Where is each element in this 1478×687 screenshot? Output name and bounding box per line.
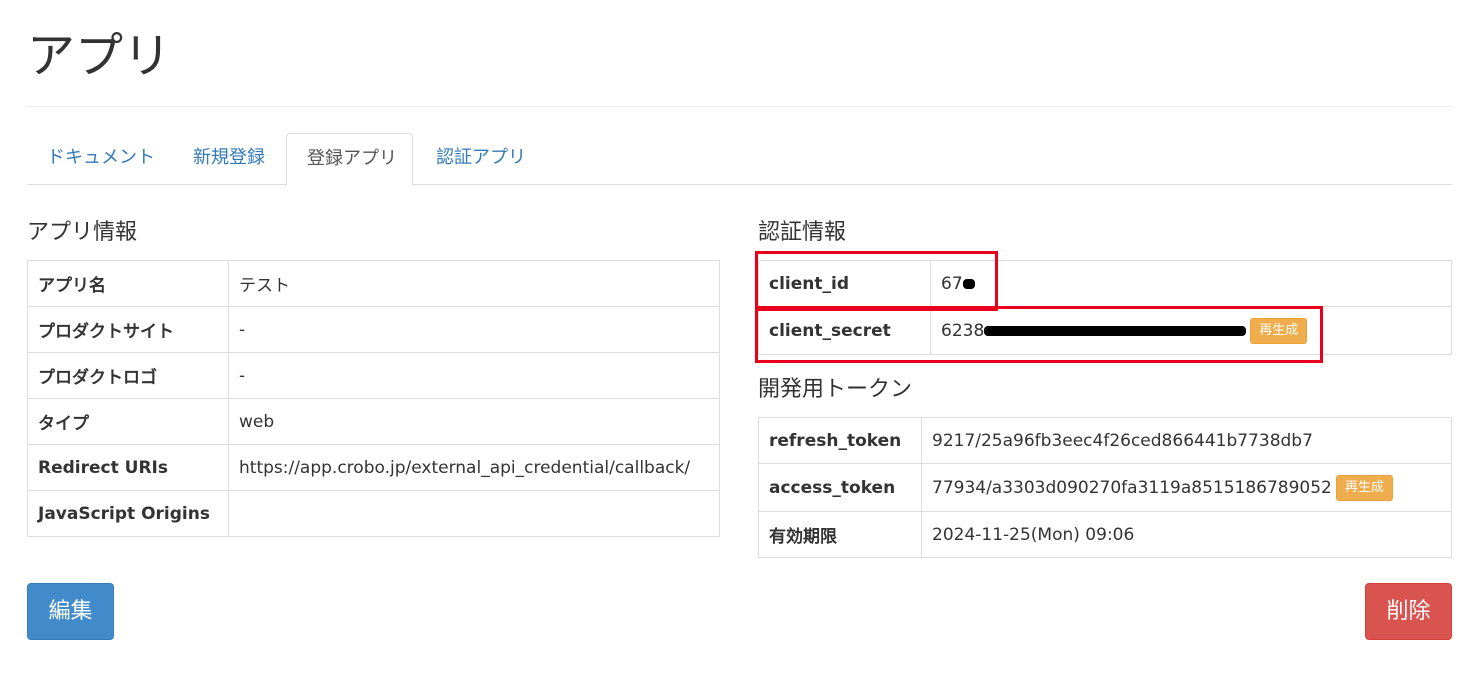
app-name-value: テスト — [228, 260, 720, 307]
regenerate-secret-button[interactable]: 再生成 — [1250, 317, 1308, 344]
edit-button[interactable]: 編集 — [27, 583, 114, 640]
page-title: アプリ — [27, 28, 172, 84]
tab-registered-apps[interactable]: 登録アプリ — [286, 133, 413, 186]
page: アプリ ドキュメント 新規登録 登録アプリ 認証アプリ アプリ情報 アプリ名 テ… — [0, 0, 1478, 687]
access-token-value: 77934/a3303d090270fa3119a8515186789052 — [932, 477, 1332, 498]
table-row: Redirect URIs https://app.crobo.jp/exter… — [27, 444, 720, 491]
redirect-uris-value: https://app.crobo.jp/external_api_creden… — [228, 444, 720, 491]
table-row: client_secret 6238 再生成 — [758, 306, 1452, 355]
table-row: JavaScript Origins — [27, 490, 720, 537]
client-id-label: client_id — [758, 260, 931, 307]
delete-button[interactable]: 削除 — [1365, 583, 1452, 640]
redirect-uris-label: Redirect URIs — [27, 444, 229, 491]
table-row: タイプ web — [27, 398, 720, 445]
type-value: web — [228, 398, 720, 445]
table-row: access_token 77934/a3303d090270fa3119a85… — [758, 463, 1452, 512]
tab-new-registration[interactable]: 新規登録 — [173, 133, 285, 185]
expiry-label: 有効期限 — [758, 511, 922, 558]
title-divider — [27, 106, 1452, 107]
table-row: プロダクトロゴ - — [27, 352, 720, 399]
client-secret-cell: 6238 再生成 — [930, 306, 1452, 355]
expiry-value: 2024-11-25(Mon) 09:06 — [921, 511, 1452, 558]
redaction-mark — [984, 325, 1247, 336]
access-token-cell: 77934/a3303d090270fa3119a8515186789052 再生… — [921, 463, 1452, 512]
javascript-origins-label: JavaScript Origins — [27, 490, 229, 537]
refresh-token-value: 9217/25a96fb3eec4f26ced866441b7738db7 — [921, 417, 1452, 464]
tab-documents[interactable]: ドキュメント — [27, 133, 175, 185]
regenerate-token-button[interactable]: 再生成 — [1335, 474, 1393, 501]
access-token-label: access_token — [758, 463, 922, 512]
dev-token-title: 開発用トークン — [758, 377, 913, 402]
client-id-value: 67 — [941, 273, 963, 294]
table-row: client_id 67 — [758, 260, 1452, 307]
product-logo-label: プロダクトロゴ — [27, 352, 229, 399]
tab-authorized-apps[interactable]: 認証アプリ — [416, 133, 546, 185]
javascript-origins-value — [228, 490, 720, 537]
tab-bar: ドキュメント 新規登録 登録アプリ 認証アプリ — [27, 133, 1452, 186]
auth-info-title: 認証情報 — [758, 220, 847, 245]
dev-token-table: refresh_token 9217/25a96fb3eec4f26ced866… — [758, 417, 1452, 558]
product-logo-value: - — [228, 352, 720, 399]
product-site-value: - — [228, 306, 720, 353]
client-secret-label: client_secret — [758, 306, 931, 355]
client-id-cell: 67 — [930, 260, 1452, 307]
table-row: アプリ名 テスト — [27, 260, 720, 307]
app-info-title: アプリ情報 — [27, 220, 138, 245]
auth-info-table: client_id 67 client_secret 6238 再生成 — [758, 260, 1452, 355]
refresh-token-label: refresh_token — [758, 417, 922, 464]
redaction-mark — [962, 278, 975, 289]
type-label: タイプ — [27, 398, 229, 445]
table-row: プロダクトサイト - — [27, 306, 720, 353]
client-secret-value: 6238 — [941, 320, 985, 341]
app-info-table: アプリ名 テスト プロダクトサイト - プロダクトロゴ - タイプ web Re… — [27, 260, 720, 537]
product-site-label: プロダクトサイト — [27, 306, 229, 353]
table-row: refresh_token 9217/25a96fb3eec4f26ced866… — [758, 417, 1452, 464]
table-row: 有効期限 2024-11-25(Mon) 09:06 — [758, 511, 1452, 558]
app-name-label: アプリ名 — [27, 260, 229, 307]
